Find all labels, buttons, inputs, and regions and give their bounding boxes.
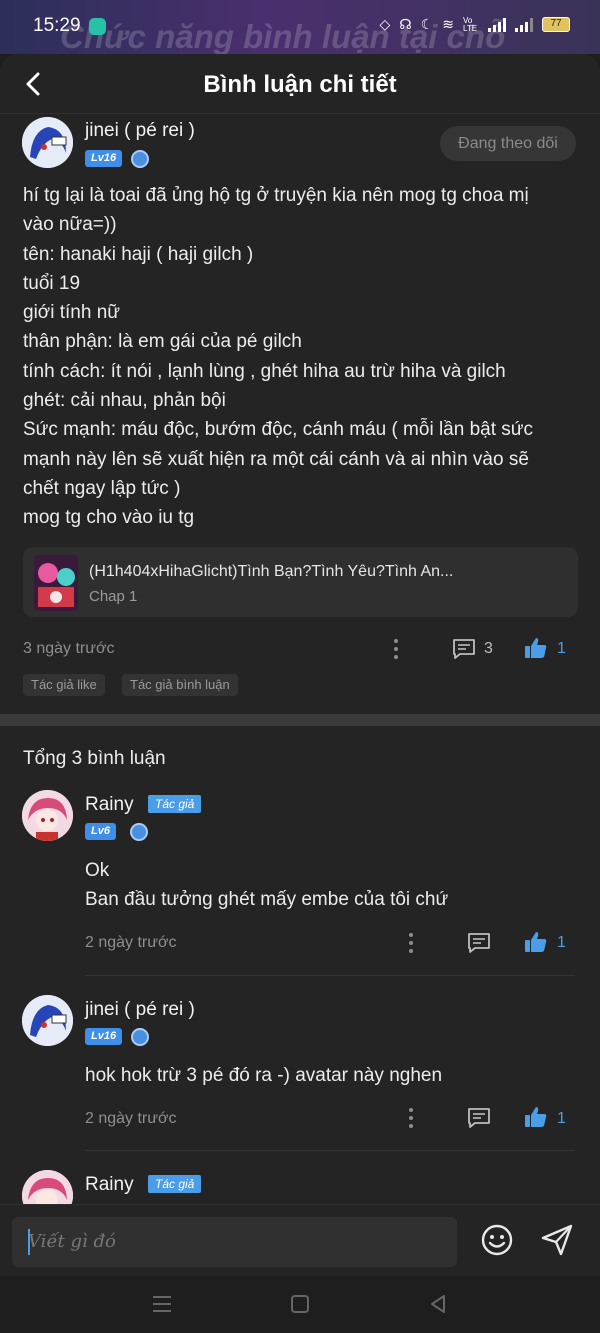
like-count: 1 xyxy=(557,1110,566,1127)
like-icon[interactable] xyxy=(524,930,548,954)
story-thumbnail xyxy=(34,555,78,611)
avatar[interactable] xyxy=(22,790,73,841)
avatar-image xyxy=(22,995,73,1046)
post-line: mog tg cho vào iu tg xyxy=(23,507,195,529)
dnd-moon-icon: ☾ xyxy=(420,16,434,32)
post-line: vào nữa=)) xyxy=(23,214,117,236)
system-nav-bar xyxy=(0,1276,600,1333)
status-time: 15:29 xyxy=(33,15,81,36)
status-bar: Chức năng bình luận tại chỗ 15:29 ◇ ☊ ☾ … xyxy=(0,0,600,55)
post-line: ghét: cải nhau, phản bội xyxy=(23,390,226,412)
like-icon[interactable] xyxy=(524,1105,548,1129)
section-divider xyxy=(0,714,600,726)
story-chapter: Chap 1 xyxy=(89,588,138,605)
post-time: 3 ngày trước xyxy=(23,640,115,657)
post-line: mạnh này lên sẽ xuất hiện ra một cái cán… xyxy=(23,448,529,470)
verified-badge-icon xyxy=(131,150,149,168)
send-button[interactable] xyxy=(540,1223,574,1257)
linked-story-card[interactable]: (H1h404xHihaGlicht)Tình Bạn?Tình Yêu?Tìn… xyxy=(23,547,578,617)
more-options-icon[interactable] xyxy=(408,1108,414,1128)
signal-icon xyxy=(488,17,506,32)
comment-composer: Viết gì đó xyxy=(0,1204,600,1276)
level-badge: Lv16 xyxy=(85,1028,123,1045)
wifi-icon: ≋ xyxy=(442,16,454,32)
verified-badge-icon xyxy=(130,823,148,841)
status-icons: ◇ ☊ ☾ ≋ Vo LTE 77 xyxy=(379,16,570,33)
author-commented-chip: Tác giả bình luận xyxy=(122,674,238,696)
post-line: Sức mạnh: máu độc, bướm độc, cánh máu ( … xyxy=(23,419,533,441)
emoji-button[interactable] xyxy=(480,1223,514,1257)
battery-icon: 77 xyxy=(542,17,570,32)
author-tag: Tác giả xyxy=(148,795,202,813)
following-button[interactable]: Đang theo dõi xyxy=(440,126,576,161)
home-icon[interactable] xyxy=(288,1292,312,1316)
comment-icon[interactable] xyxy=(452,638,476,660)
post-username[interactable]: jinei ( pé rei ) xyxy=(85,120,195,142)
like-count: 1 xyxy=(557,640,566,657)
reply-icon[interactable] xyxy=(467,1107,491,1129)
post-line: thân phận: là em gái của pé gilch xyxy=(23,331,302,353)
author-liked-chip: Tác giả like xyxy=(23,674,105,696)
author-tag: Tác giả xyxy=(148,1175,202,1193)
post-line: tên: hanaki haji ( haji gilch ) xyxy=(23,243,254,265)
level-badge: Lv6 xyxy=(85,823,116,840)
messenger-notification-icon xyxy=(89,18,106,35)
comment-text: Ban đầu tưởng ghét mấy embe của tôi chứ xyxy=(85,889,449,910)
signal-icon-2 xyxy=(515,17,533,32)
post-line: chết ngay lập tức ) xyxy=(23,477,181,499)
avatar[interactable] xyxy=(22,995,73,1046)
comment-username[interactable]: jinei ( pé rei ) xyxy=(85,999,195,1021)
post-line: giới tính nữ xyxy=(23,302,121,324)
like-count: 1 xyxy=(557,934,566,951)
headphone-icon: ☊ xyxy=(399,16,412,32)
comment-detail-sheet: Bình luận chi tiết jinei ( pé rei ) Lv16… xyxy=(0,54,600,1276)
level-badge: Lv16 xyxy=(85,150,123,167)
reply-icon[interactable] xyxy=(467,932,491,954)
like-icon[interactable] xyxy=(524,636,548,660)
page-title: Bình luận chi tiết xyxy=(203,71,397,98)
more-options-icon[interactable] xyxy=(393,639,399,659)
comment-separator xyxy=(85,975,575,976)
header: Bình luận chi tiết xyxy=(0,54,600,114)
more-options-icon[interactable] xyxy=(408,933,414,953)
alarm-icon: ◇ xyxy=(379,16,391,32)
text-caret xyxy=(28,1229,30,1255)
back-nav-icon[interactable] xyxy=(426,1292,450,1316)
comment-text: hok hok trừ 3 pé đó ra -) avatar này ngh… xyxy=(85,1065,443,1086)
comment-username[interactable]: Rainy xyxy=(85,794,134,816)
comment-username[interactable]: Rainy xyxy=(85,1174,134,1196)
avatar-image xyxy=(22,790,73,841)
total-comments-label: Tổng 3 bình luận xyxy=(23,748,166,769)
comment-time: 2 ngày trước xyxy=(85,1110,177,1127)
post-line: hí tg lại là toai đã ủng hộ tg ở truyện … xyxy=(23,185,529,206)
comment-separator xyxy=(85,1150,575,1151)
comment-text: Ok xyxy=(85,860,110,881)
post-content: hí tg lại là toai đã ủng hộ tg ở truyện … xyxy=(23,181,578,533)
avatar-image xyxy=(22,117,73,168)
comment-input[interactable]: Viết gì đó xyxy=(12,1217,457,1267)
verified-badge-icon xyxy=(131,1028,149,1046)
avatar[interactable] xyxy=(22,117,73,168)
story-title: (H1h404xHihaGlicht)Tình Bạn?Tình Yêu?Tìn… xyxy=(89,563,454,580)
menu-icon[interactable] xyxy=(150,1292,174,1316)
post-line: tuổi 19 xyxy=(23,272,81,294)
comment-time: 2 ngày trước xyxy=(85,934,177,951)
comment-count: 3 xyxy=(484,640,493,657)
volte-label: Vo LTE xyxy=(463,15,478,33)
post-line: tính cách: ít nói , lạnh lùng , ghét hih… xyxy=(23,360,506,382)
